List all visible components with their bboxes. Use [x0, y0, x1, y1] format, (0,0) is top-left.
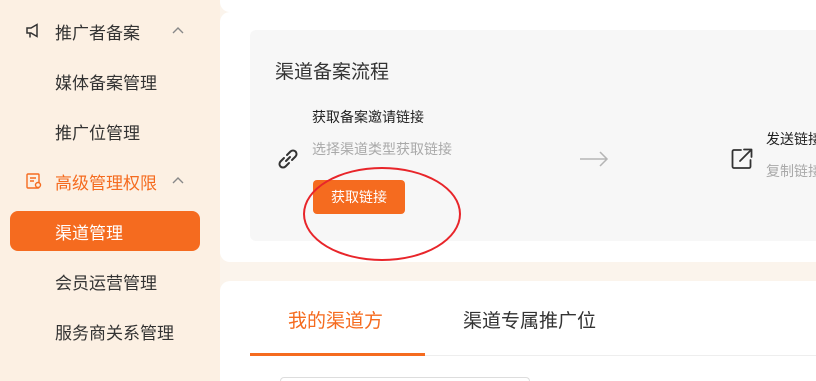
channel-filing-flow-card: 渠道备案流程 获取备案邀请链接 选择渠道类型获取链接 获取链接 发送链接 复制链…	[220, 12, 816, 262]
sidebar-item-label: 媒体备案管理	[55, 73, 157, 94]
admin-icon	[24, 171, 44, 191]
sidebar-group-advanced[interactable]: 高级管理权限	[0, 161, 220, 201]
step2-title: 发送链接	[766, 132, 816, 148]
active-tab-indicator	[250, 353, 425, 356]
sidebar-group-label: 高级管理权限	[55, 173, 157, 194]
annotation-circle	[303, 167, 461, 261]
flow-panel: 渠道备案流程 获取备案邀请链接 选择渠道类型获取链接 获取链接 发送链接 复制链…	[250, 30, 816, 261]
sidebar-item-label: 服务商关系管理	[55, 323, 174, 344]
step2-desc: 复制链接	[766, 164, 816, 180]
flow-title: 渠道备案流程	[275, 61, 390, 83]
step1-title: 获取备案邀请链接	[312, 110, 424, 126]
chevron-up-icon[interactable]	[170, 173, 186, 189]
sidebar-item-media-filing[interactable]: 媒体备案管理	[0, 61, 220, 101]
tab-channel-ad-slots[interactable]: 渠道专属推广位	[463, 306, 596, 333]
sidebar-item-member-ops[interactable]: 会员运营管理	[0, 261, 220, 301]
sidebar-item-label: 推广位管理	[55, 123, 140, 144]
megaphone-icon	[24, 21, 44, 41]
channel-tabs-card: 我的渠道方 渠道专属推广位	[220, 281, 816, 381]
sidebar: 推广者备案 媒体备案管理 推广位管理 高级管理权限 渠道管理 会员运营管理 服务…	[0, 0, 220, 381]
tab-my-channels[interactable]: 我的渠道方	[288, 306, 383, 333]
top-card	[220, 0, 816, 12]
sidebar-group-label: 推广者备案	[55, 23, 140, 44]
sidebar-item-provider-relations[interactable]: 服务商关系管理	[0, 311, 220, 351]
sidebar-item-label: 渠道管理	[55, 223, 123, 244]
sidebar-item-channel-management[interactable]: 渠道管理	[10, 211, 200, 251]
link-icon	[278, 149, 298, 169]
chevron-up-icon[interactable]	[170, 23, 186, 39]
share-icon	[731, 148, 753, 169]
filter-input[interactable]	[280, 377, 530, 381]
arrow-right-icon	[580, 151, 609, 167]
sidebar-item-label: 会员运营管理	[55, 273, 157, 294]
step1-desc: 选择渠道类型获取链接	[312, 142, 452, 158]
sidebar-group-promoter[interactable]: 推广者备案	[0, 11, 220, 51]
sidebar-item-ad-slot[interactable]: 推广位管理	[0, 111, 220, 151]
